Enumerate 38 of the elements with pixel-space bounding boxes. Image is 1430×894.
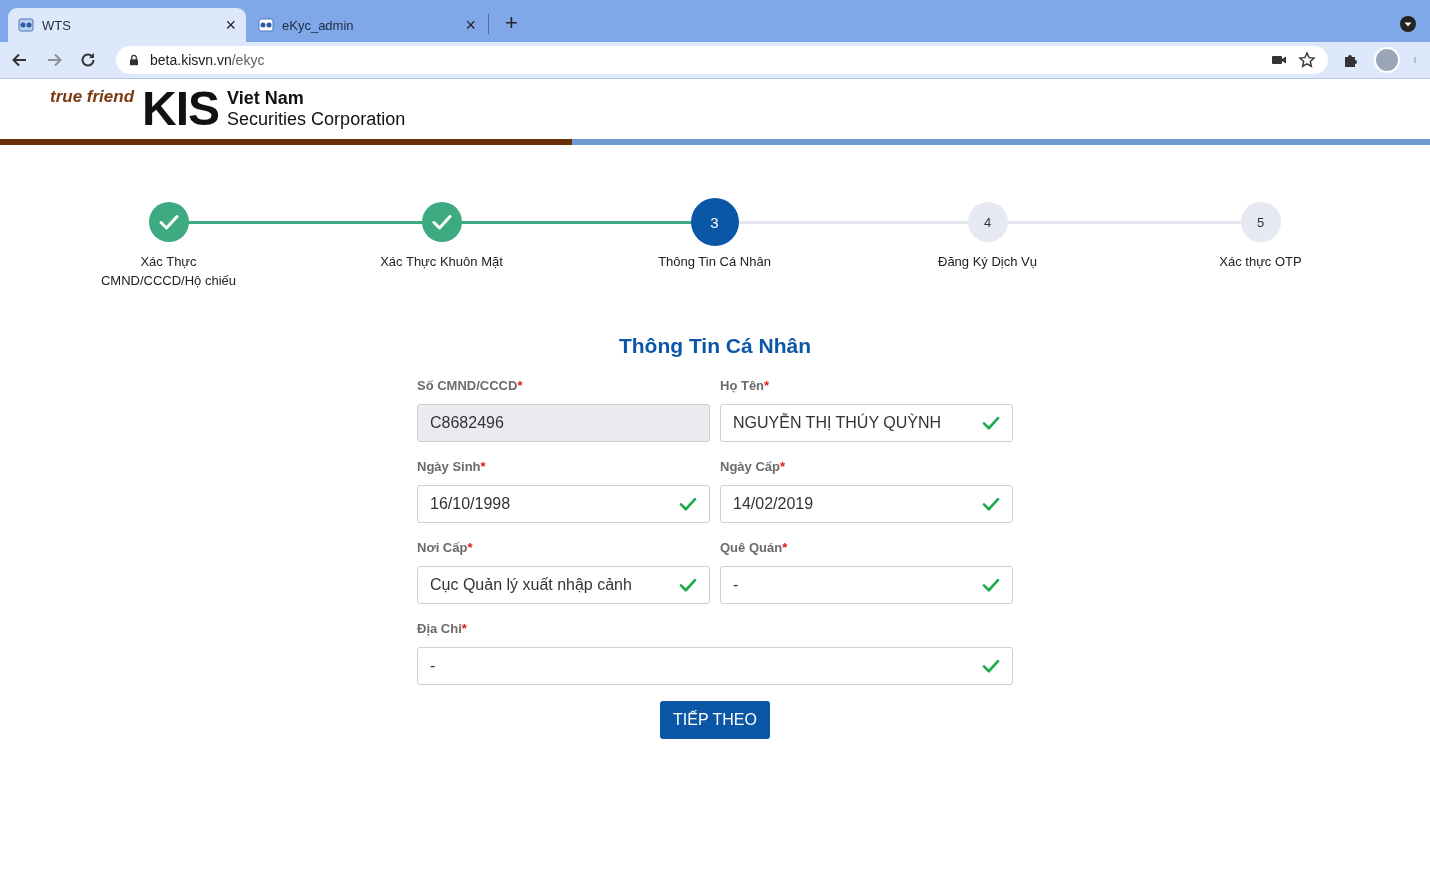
logo-tagline: true friend xyxy=(50,87,135,107)
browser-tab[interactable]: eKyc_admin × xyxy=(248,8,486,42)
input-field[interactable]: 16/10/1998 xyxy=(417,485,710,523)
field-label: Nơi Cấp* xyxy=(417,540,474,556)
input-field[interactable]: NGUYỄN THỊ THÚY QUỲNH xyxy=(720,404,1013,442)
field-label: Ngày Cấp* xyxy=(720,459,787,475)
address-bar[interactable]: beta.kisvn.vn/ekyc xyxy=(116,46,1328,74)
input-field[interactable]: Cục Quản lý xuất nhập cảnh xyxy=(417,566,710,604)
new-tab-button[interactable]: + xyxy=(499,10,524,36)
field-label: Họ Tên* xyxy=(720,378,771,394)
input-field[interactable]: 14/02/2019 xyxy=(720,485,1013,523)
form-title: Thông Tin Cá Nhân xyxy=(618,334,812,358)
input-field[interactable]: - xyxy=(417,647,1013,685)
tab-search-icon[interactable] xyxy=(1400,16,1416,32)
field-label: Ngày Sinh* xyxy=(417,459,487,475)
favicon-icon xyxy=(258,17,274,33)
url-text: beta.kisvn.vn/ekyc xyxy=(150,52,266,68)
close-tab-icon[interactable]: × xyxy=(225,14,236,36)
field-label: Số CMND/CCCD* xyxy=(417,378,524,394)
next-button[interactable]: TIẾP THEO xyxy=(660,701,770,739)
input-field[interactable]: - xyxy=(720,566,1013,604)
star-icon[interactable] xyxy=(1298,51,1316,69)
company-name: Viet Nam xyxy=(227,88,305,109)
step-label: Đăng Ký Dịch Vụ xyxy=(937,253,1038,271)
step-number: 3 xyxy=(690,198,739,246)
step-label: Xác Thực Khuôn Mặt xyxy=(379,253,504,271)
step-number: 4 xyxy=(967,202,1008,242)
step-number: 5 xyxy=(1240,202,1281,242)
step-label: Xác Thực CMND/CCCD/Hộ chiếu xyxy=(99,253,238,290)
field-label: Quê Quán* xyxy=(720,540,789,556)
favicon-icon xyxy=(18,17,34,33)
company-name: Securities Corporation xyxy=(227,109,406,130)
logo-brand: KIS xyxy=(142,85,220,133)
browser-tab[interactable]: WTS × xyxy=(8,8,246,42)
step-label: Thông Tin Cá Nhân xyxy=(657,253,772,271)
field-label: Địa Chỉ* xyxy=(417,621,468,637)
step-label: Xác thực OTP xyxy=(1218,253,1303,271)
close-tab-icon[interactable]: × xyxy=(465,14,476,36)
